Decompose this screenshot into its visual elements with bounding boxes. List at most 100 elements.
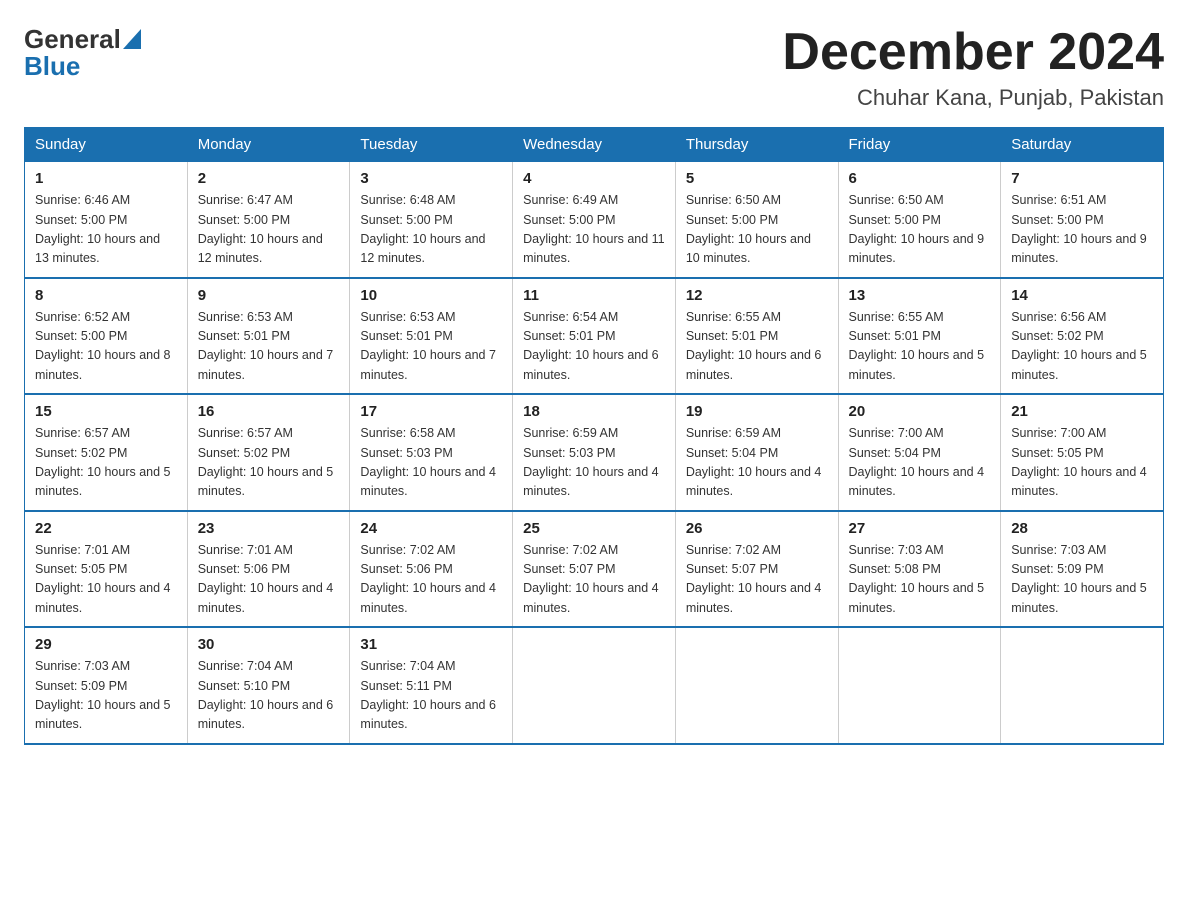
day-info: Sunrise: 6:54 AMSunset: 5:01 PMDaylight:…: [523, 310, 659, 382]
day-number: 2: [198, 170, 340, 187]
table-row: 18 Sunrise: 6:59 AMSunset: 5:03 PMDaylig…: [513, 394, 676, 511]
day-number: 30: [198, 636, 340, 653]
day-number: 31: [360, 636, 502, 653]
day-info: Sunrise: 6:56 AMSunset: 5:02 PMDaylight:…: [1011, 310, 1147, 382]
day-info: Sunrise: 6:47 AMSunset: 5:00 PMDaylight:…: [198, 193, 323, 265]
month-title: December 2024: [782, 24, 1164, 81]
day-number: 8: [35, 287, 177, 304]
calendar-week-row: 8 Sunrise: 6:52 AMSunset: 5:00 PMDayligh…: [25, 278, 1164, 395]
col-monday: Monday: [187, 128, 350, 162]
day-number: 29: [35, 636, 177, 653]
day-info: Sunrise: 6:57 AMSunset: 5:02 PMDaylight:…: [35, 426, 171, 498]
day-info: Sunrise: 7:01 AMSunset: 5:05 PMDaylight:…: [35, 543, 171, 615]
col-wednesday: Wednesday: [513, 128, 676, 162]
logo-blue: Blue: [24, 51, 80, 82]
day-number: 28: [1011, 520, 1153, 537]
day-info: Sunrise: 7:02 AMSunset: 5:07 PMDaylight:…: [523, 543, 659, 615]
table-row: 22 Sunrise: 7:01 AMSunset: 5:05 PMDaylig…: [25, 511, 188, 628]
table-row: 4 Sunrise: 6:49 AMSunset: 5:00 PMDayligh…: [513, 162, 676, 278]
day-info: Sunrise: 6:55 AMSunset: 5:01 PMDaylight:…: [686, 310, 822, 382]
day-info: Sunrise: 6:57 AMSunset: 5:02 PMDaylight:…: [198, 426, 334, 498]
day-info: Sunrise: 6:49 AMSunset: 5:00 PMDaylight:…: [523, 193, 665, 265]
calendar-week-row: 29 Sunrise: 7:03 AMSunset: 5:09 PMDaylig…: [25, 627, 1164, 744]
table-row: 9 Sunrise: 6:53 AMSunset: 5:01 PMDayligh…: [187, 278, 350, 395]
calendar-week-row: 22 Sunrise: 7:01 AMSunset: 5:05 PMDaylig…: [25, 511, 1164, 628]
day-info: Sunrise: 7:03 AMSunset: 5:09 PMDaylight:…: [1011, 543, 1147, 615]
table-row: 16 Sunrise: 6:57 AMSunset: 5:02 PMDaylig…: [187, 394, 350, 511]
table-row: 8 Sunrise: 6:52 AMSunset: 5:00 PMDayligh…: [25, 278, 188, 395]
table-row: 13 Sunrise: 6:55 AMSunset: 5:01 PMDaylig…: [838, 278, 1001, 395]
day-number: 27: [849, 520, 991, 537]
day-info: Sunrise: 6:55 AMSunset: 5:01 PMDaylight:…: [849, 310, 985, 382]
day-info: Sunrise: 7:00 AMSunset: 5:04 PMDaylight:…: [849, 426, 985, 498]
day-number: 1: [35, 170, 177, 187]
day-info: Sunrise: 7:04 AMSunset: 5:11 PMDaylight:…: [360, 659, 496, 731]
day-number: 15: [35, 403, 177, 420]
table-row: 20 Sunrise: 7:00 AMSunset: 5:04 PMDaylig…: [838, 394, 1001, 511]
col-tuesday: Tuesday: [350, 128, 513, 162]
logo: General Blue: [24, 24, 141, 82]
day-number: 3: [360, 170, 502, 187]
day-info: Sunrise: 7:00 AMSunset: 5:05 PMDaylight:…: [1011, 426, 1147, 498]
table-row: 15 Sunrise: 6:57 AMSunset: 5:02 PMDaylig…: [25, 394, 188, 511]
table-row: 27 Sunrise: 7:03 AMSunset: 5:08 PMDaylig…: [838, 511, 1001, 628]
table-row: 21 Sunrise: 7:00 AMSunset: 5:05 PMDaylig…: [1001, 394, 1164, 511]
day-number: 11: [523, 287, 665, 304]
day-info: Sunrise: 7:02 AMSunset: 5:07 PMDaylight:…: [686, 543, 822, 615]
day-info: Sunrise: 7:01 AMSunset: 5:06 PMDaylight:…: [198, 543, 334, 615]
day-info: Sunrise: 7:04 AMSunset: 5:10 PMDaylight:…: [198, 659, 334, 731]
table-row: 30 Sunrise: 7:04 AMSunset: 5:10 PMDaylig…: [187, 627, 350, 744]
table-row: 28 Sunrise: 7:03 AMSunset: 5:09 PMDaylig…: [1001, 511, 1164, 628]
table-row: 25 Sunrise: 7:02 AMSunset: 5:07 PMDaylig…: [513, 511, 676, 628]
day-number: 12: [686, 287, 828, 304]
day-info: Sunrise: 6:46 AMSunset: 5:00 PMDaylight:…: [35, 193, 160, 265]
day-number: 14: [1011, 287, 1153, 304]
calendar-week-row: 15 Sunrise: 6:57 AMSunset: 5:02 PMDaylig…: [25, 394, 1164, 511]
day-number: 13: [849, 287, 991, 304]
day-number: 23: [198, 520, 340, 537]
day-info: Sunrise: 6:52 AMSunset: 5:00 PMDaylight:…: [35, 310, 171, 382]
table-row: 7 Sunrise: 6:51 AMSunset: 5:00 PMDayligh…: [1001, 162, 1164, 278]
col-friday: Friday: [838, 128, 1001, 162]
logo-triangle-icon: [123, 29, 141, 49]
table-row: 12 Sunrise: 6:55 AMSunset: 5:01 PMDaylig…: [675, 278, 838, 395]
table-row: 23 Sunrise: 7:01 AMSunset: 5:06 PMDaylig…: [187, 511, 350, 628]
table-row: 10 Sunrise: 6:53 AMSunset: 5:01 PMDaylig…: [350, 278, 513, 395]
day-number: 10: [360, 287, 502, 304]
day-info: Sunrise: 6:48 AMSunset: 5:00 PMDaylight:…: [360, 193, 485, 265]
day-info: Sunrise: 7:03 AMSunset: 5:09 PMDaylight:…: [35, 659, 171, 731]
table-row: 11 Sunrise: 6:54 AMSunset: 5:01 PMDaylig…: [513, 278, 676, 395]
day-number: 22: [35, 520, 177, 537]
page-header: General Blue December 2024 Chuhar Kana, …: [24, 24, 1164, 111]
calendar-header-row: Sunday Monday Tuesday Wednesday Thursday…: [25, 128, 1164, 162]
day-number: 21: [1011, 403, 1153, 420]
col-saturday: Saturday: [1001, 128, 1164, 162]
table-row: [1001, 627, 1164, 744]
day-info: Sunrise: 6:53 AMSunset: 5:01 PMDaylight:…: [360, 310, 496, 382]
day-info: Sunrise: 6:51 AMSunset: 5:00 PMDaylight:…: [1011, 193, 1147, 265]
table-row: 3 Sunrise: 6:48 AMSunset: 5:00 PMDayligh…: [350, 162, 513, 278]
day-number: 9: [198, 287, 340, 304]
table-row: 2 Sunrise: 6:47 AMSunset: 5:00 PMDayligh…: [187, 162, 350, 278]
table-row: 14 Sunrise: 6:56 AMSunset: 5:02 PMDaylig…: [1001, 278, 1164, 395]
day-number: 16: [198, 403, 340, 420]
day-info: Sunrise: 6:50 AMSunset: 5:00 PMDaylight:…: [686, 193, 811, 265]
day-number: 6: [849, 170, 991, 187]
day-info: Sunrise: 6:58 AMSunset: 5:03 PMDaylight:…: [360, 426, 496, 498]
table-row: 26 Sunrise: 7:02 AMSunset: 5:07 PMDaylig…: [675, 511, 838, 628]
table-row: 17 Sunrise: 6:58 AMSunset: 5:03 PMDaylig…: [350, 394, 513, 511]
day-info: Sunrise: 6:59 AMSunset: 5:04 PMDaylight:…: [686, 426, 822, 498]
table-row: [513, 627, 676, 744]
day-number: 25: [523, 520, 665, 537]
table-row: [838, 627, 1001, 744]
table-row: 19 Sunrise: 6:59 AMSunset: 5:04 PMDaylig…: [675, 394, 838, 511]
day-info: Sunrise: 6:50 AMSunset: 5:00 PMDaylight:…: [849, 193, 985, 265]
table-row: 29 Sunrise: 7:03 AMSunset: 5:09 PMDaylig…: [25, 627, 188, 744]
table-row: 24 Sunrise: 7:02 AMSunset: 5:06 PMDaylig…: [350, 511, 513, 628]
day-number: 7: [1011, 170, 1153, 187]
day-info: Sunrise: 7:02 AMSunset: 5:06 PMDaylight:…: [360, 543, 496, 615]
day-number: 18: [523, 403, 665, 420]
day-info: Sunrise: 7:03 AMSunset: 5:08 PMDaylight:…: [849, 543, 985, 615]
table-row: 6 Sunrise: 6:50 AMSunset: 5:00 PMDayligh…: [838, 162, 1001, 278]
col-sunday: Sunday: [25, 128, 188, 162]
